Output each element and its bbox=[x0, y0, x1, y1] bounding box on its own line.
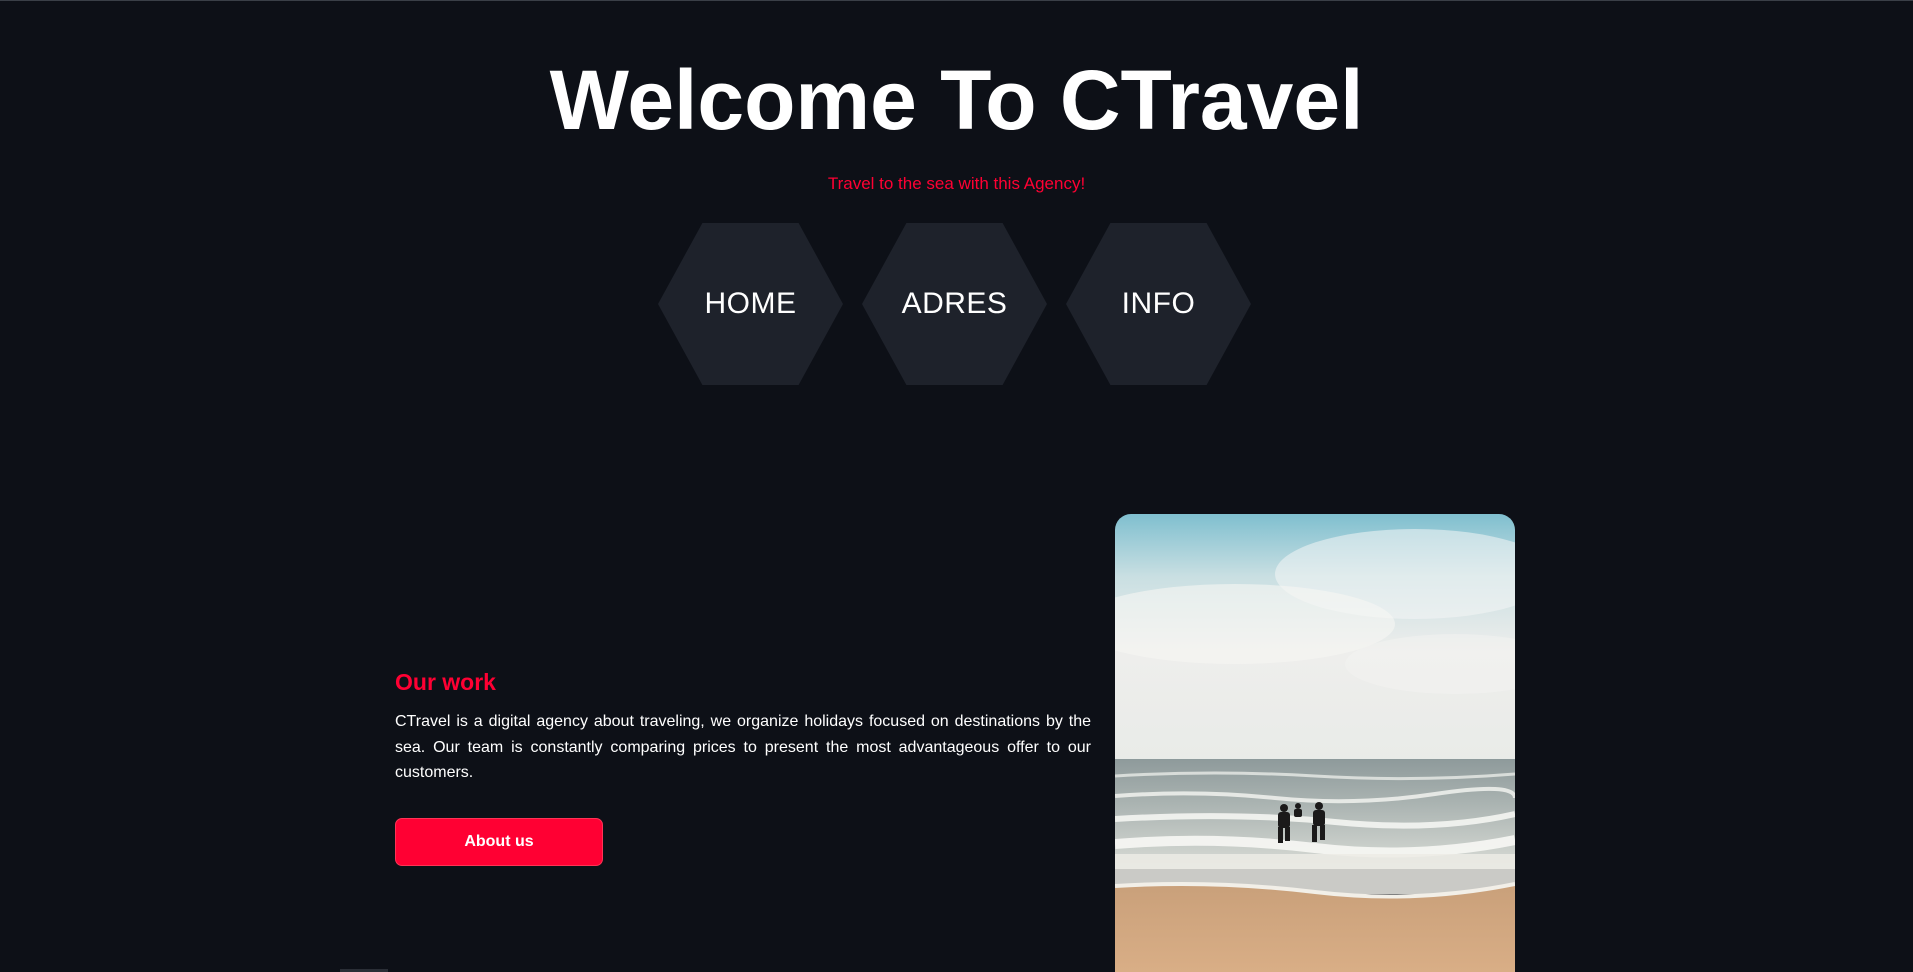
page-subtitle: Travel to the sea with this Agency! bbox=[827, 174, 1086, 193]
our-work-section: Our work CTravel is a digital agency abo… bbox=[395, 665, 1091, 786]
about-us-button[interactable]: About us bbox=[395, 818, 603, 866]
page-title: Welcome To CTravel bbox=[549, 53, 1364, 147]
nav-info-button[interactable]: INFO bbox=[1066, 223, 1251, 385]
top-border bbox=[0, 0, 1913, 1]
our-work-description: CTravel is a digital agency about travel… bbox=[395, 713, 1091, 781]
our-work-heading: Our work bbox=[395, 669, 496, 695]
beach-photo bbox=[1115, 514, 1515, 972]
nav-home-button[interactable]: HOME bbox=[658, 223, 843, 385]
main-nav: HOME ADRES INFO bbox=[0, 223, 1913, 385]
nav-adres-button[interactable]: ADRES bbox=[862, 223, 1047, 385]
